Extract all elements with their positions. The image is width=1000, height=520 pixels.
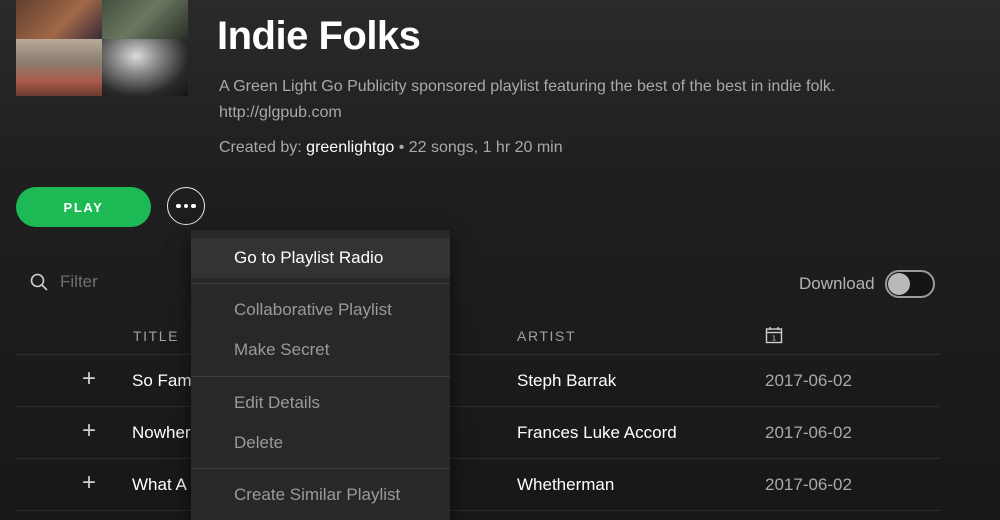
download-toggle[interactable] xyxy=(884,270,935,298)
playlist-stats: • 22 songs, 1 hr 20 min xyxy=(394,139,563,156)
playlist-context-menu: Go to Playlist Radio Collaborative Playl… xyxy=(191,230,450,520)
track-artist[interactable]: Frances Luke Accord xyxy=(517,423,677,443)
more-options-button[interactable] xyxy=(167,187,205,225)
menu-item-collaborative[interactable]: Collaborative Playlist xyxy=(191,290,450,330)
download-label: Download xyxy=(799,274,875,293)
track-date: 2017-06-02 xyxy=(765,423,852,442)
menu-divider xyxy=(191,376,450,377)
track-title: What A xyxy=(132,475,187,494)
download-control: Download xyxy=(799,270,935,298)
cover-tile xyxy=(102,0,188,39)
menu-item-make-secret[interactable]: Make Secret xyxy=(191,330,450,370)
menu-item-create-similar[interactable]: Create Similar Playlist xyxy=(191,475,450,515)
add-track-icon[interactable]: + xyxy=(82,367,96,391)
calendar-icon: 1 xyxy=(765,327,783,344)
owner-link[interactable]: greenlightgo xyxy=(306,139,394,156)
filter-input[interactable] xyxy=(60,272,180,292)
created-by-label: Created by: xyxy=(219,139,302,156)
cover-tile xyxy=(16,39,102,96)
search-icon xyxy=(30,273,48,291)
menu-item-playlist-radio[interactable]: Go to Playlist Radio xyxy=(191,238,450,278)
toggle-knob xyxy=(887,273,910,295)
cover-tile xyxy=(102,39,188,96)
track-artist[interactable]: Steph Barrak xyxy=(517,371,616,391)
svg-text:1: 1 xyxy=(772,334,776,342)
cover-tile xyxy=(16,0,102,39)
playlist-cover-art xyxy=(16,0,188,96)
more-icon xyxy=(176,203,181,209)
playlist-title: Indie Folks xyxy=(217,14,421,58)
track-date: 2017-06-02 xyxy=(765,475,852,494)
menu-divider xyxy=(191,468,450,469)
menu-item-edit-details[interactable]: Edit Details xyxy=(191,383,450,423)
track-date: 2017-06-02 xyxy=(765,371,852,390)
add-track-icon[interactable]: + xyxy=(82,471,96,495)
playlist-description: A Green Light Go Publicity sponsored pla… xyxy=(219,78,836,121)
table-row[interactable]: + What A Whetherman 2017-06-02 xyxy=(16,459,940,511)
playlist-meta: Created by: greenlightgo • 22 songs, 1 h… xyxy=(219,139,563,157)
more-icon-dot xyxy=(183,203,189,209)
filter-bar xyxy=(30,272,180,292)
column-header-title[interactable]: TITLE xyxy=(133,328,179,344)
column-header-artist[interactable]: ARTIST xyxy=(517,328,576,344)
table-row[interactable]: + So Family Steph Barrak 2017-06-02 xyxy=(16,355,940,407)
table-row[interactable]: + Nowhere Frances Luke Accord 2017-06-02 xyxy=(16,407,940,459)
add-track-icon[interactable]: + xyxy=(82,419,96,443)
menu-divider xyxy=(191,283,450,284)
track-artist[interactable]: Whetherman xyxy=(517,475,614,495)
column-header-date[interactable]: 1 xyxy=(765,326,783,349)
track-title: Nowhere xyxy=(132,423,201,442)
menu-item-delete[interactable]: Delete xyxy=(191,423,450,463)
play-button[interactable]: PLAY xyxy=(16,187,151,227)
more-icon-dot xyxy=(191,203,196,209)
